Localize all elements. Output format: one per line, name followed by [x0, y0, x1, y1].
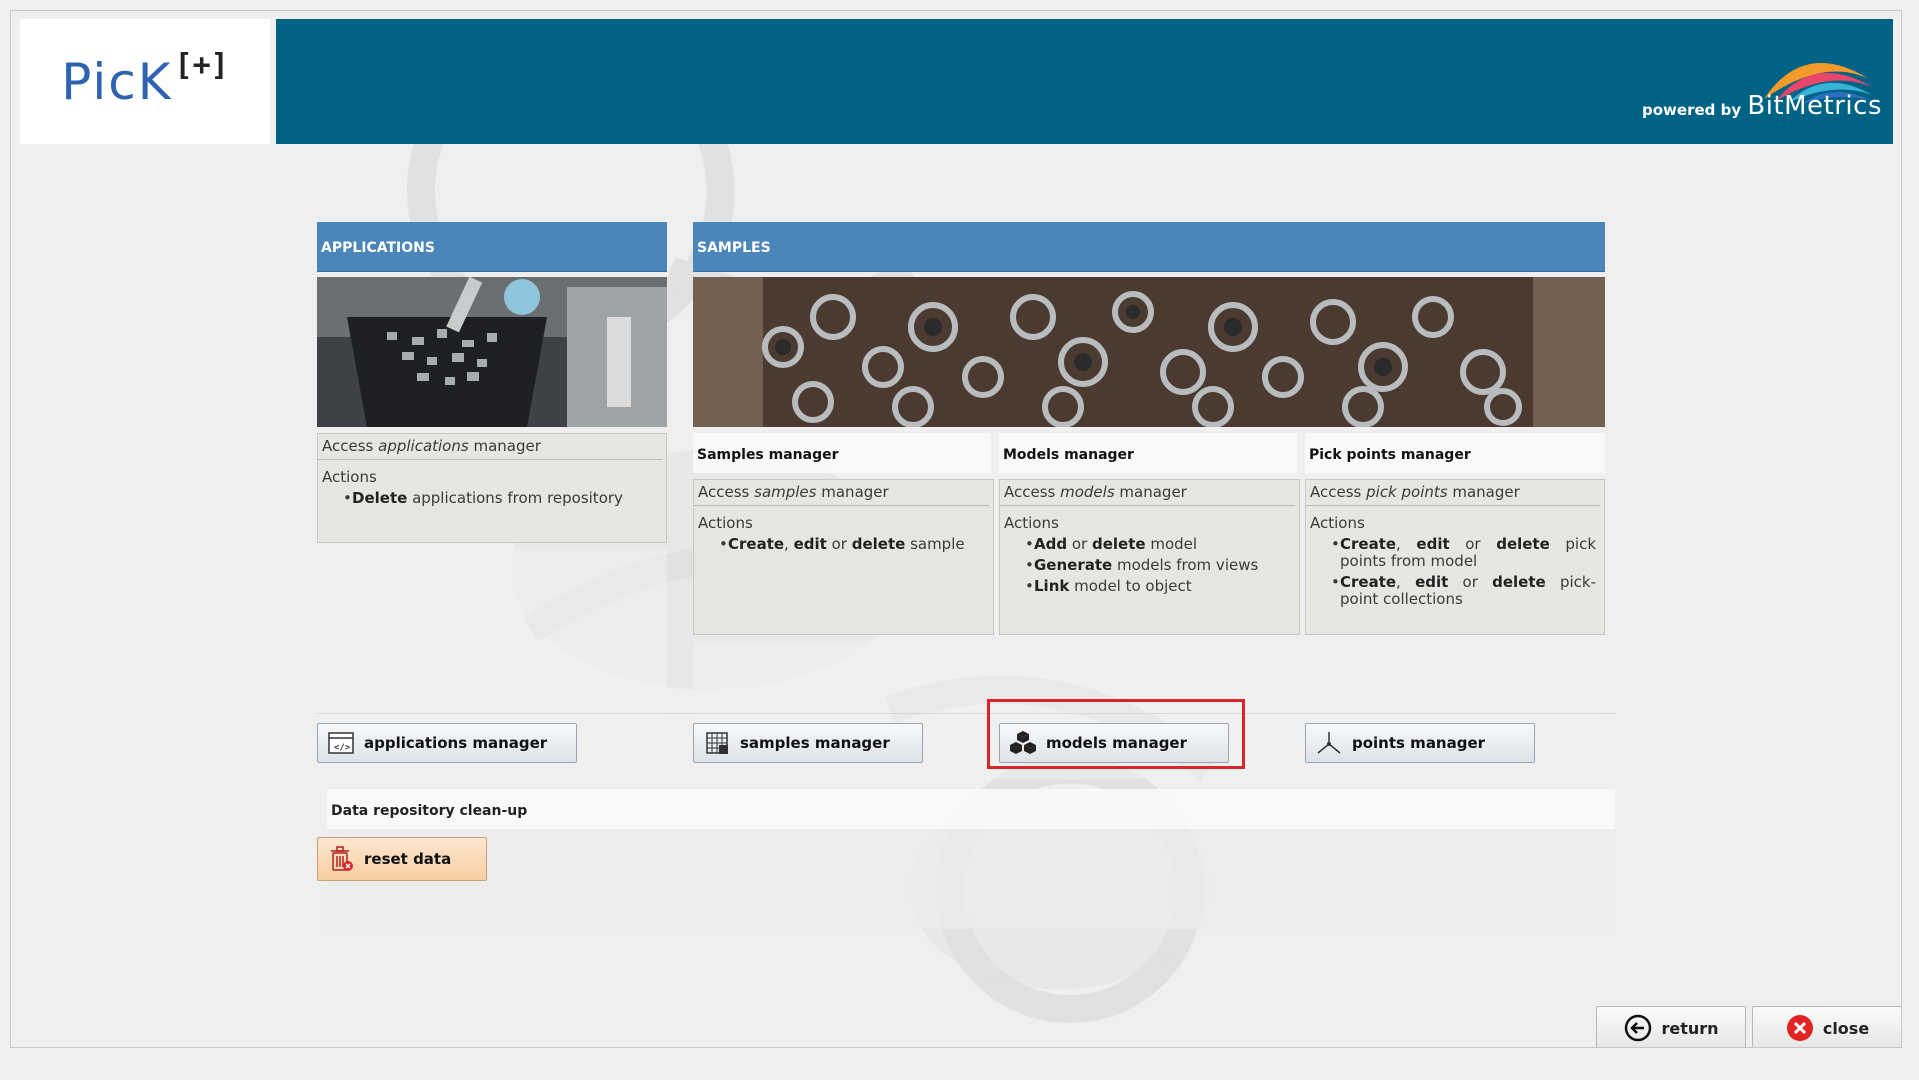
axes-icon	[1314, 728, 1344, 758]
models-manager-button-label: models manager	[1046, 734, 1187, 752]
pick-points-access-text: Access pick points manager	[1306, 480, 1600, 506]
logo-plus: [+]	[174, 48, 229, 83]
models-access-text: Access models manager	[1000, 480, 1295, 506]
samples-access-text: Access samples manager	[694, 480, 989, 506]
samples-actions-list: Create, edit or delete sample	[698, 536, 989, 554]
applications-header: APPLICATIONS	[317, 222, 667, 272]
brand-name: BitMetrics	[1747, 91, 1882, 121]
pick-logo: PicK [+]	[20, 19, 270, 144]
powered-by-label: powered by	[1642, 101, 1742, 119]
applications-info-box: Access applications manager Actions Dele…	[317, 433, 667, 543]
models-info-box: Access models manager Actions Add or del…	[999, 479, 1300, 635]
divider	[317, 713, 1615, 714]
grid-table-icon	[702, 728, 732, 758]
svg-text:</>: </>	[334, 743, 351, 753]
samples-info-box: Access samples manager Actions Create, e…	[693, 479, 994, 635]
samples-manager-title: Samples manager	[693, 433, 991, 473]
list-item: Link model to object	[1025, 578, 1295, 596]
samples-photo	[693, 277, 1605, 427]
applications-photo	[317, 277, 667, 427]
applications-actions-list: Delete applications from repository	[322, 490, 662, 508]
list-item: Create, edit or delete pick-point collec…	[1331, 574, 1596, 608]
list-item: Generate models from views	[1025, 557, 1295, 575]
list-item: Delete applications from repository	[343, 490, 662, 508]
points-manager-button[interactable]: points manager	[1305, 723, 1535, 763]
list-item: Create, edit or delete pick points from …	[1331, 536, 1596, 570]
return-button[interactable]: return	[1596, 1006, 1746, 1047]
applications-manager-button[interactable]: </> applications manager	[317, 723, 577, 763]
list-item: Create, edit or delete sample	[719, 536, 989, 554]
reset-data-button-label: reset data	[364, 850, 452, 868]
cleanup-panel	[327, 829, 1615, 929]
models-manager-title: Models manager	[999, 433, 1297, 473]
samples-manager-button[interactable]: samples manager	[693, 723, 923, 763]
return-button-label: return	[1661, 1018, 1719, 1038]
actions-label: Actions	[1310, 514, 1365, 532]
reset-data-button[interactable]: reset data	[317, 837, 487, 881]
pick-points-actions-list: Create, edit or delete pick points from …	[1310, 536, 1600, 608]
list-item: Add or delete model	[1025, 536, 1295, 554]
applications-access-text: Access applications manager	[318, 434, 662, 460]
models-actions-list: Add or delete model Generate models from…	[1004, 536, 1295, 596]
models-manager-button[interactable]: models manager	[999, 723, 1229, 763]
close-button[interactable]: close	[1752, 1006, 1901, 1047]
header-banner: powered by BitMetrics	[276, 19, 1893, 144]
actions-label: Actions	[1004, 514, 1059, 532]
return-arrow-icon	[1623, 1013, 1653, 1043]
pick-points-info-box: Access pick points manager Actions Creat…	[1305, 479, 1605, 635]
bitmetrics-branding: powered by BitMetrics	[1642, 33, 1882, 133]
close-button-label: close	[1822, 1018, 1870, 1038]
close-x-icon	[1785, 1013, 1815, 1043]
actions-label: Actions	[698, 514, 753, 532]
points-manager-button-label: points manager	[1352, 734, 1486, 752]
cleanup-header: Data repository clean-up	[327, 789, 1615, 829]
applications-manager-button-label: applications manager	[364, 734, 548, 752]
cubes-icon	[1008, 728, 1038, 758]
main-window: PicK [+] powered by BitMetrics APPLICATI…	[10, 10, 1902, 1048]
trash-icon	[326, 844, 356, 874]
actions-label: Actions	[322, 468, 377, 486]
samples-manager-button-label: samples manager	[740, 734, 890, 752]
code-window-icon: </>	[326, 728, 356, 758]
samples-header: SAMPLES	[693, 222, 1605, 272]
logo-text: PicK	[61, 52, 173, 111]
pick-points-manager-title: Pick points manager	[1305, 433, 1605, 473]
